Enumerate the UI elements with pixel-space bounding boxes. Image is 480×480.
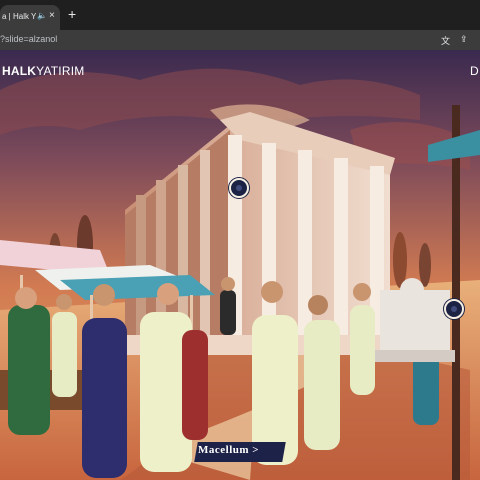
- location-label[interactable]: Macellum >: [198, 444, 259, 456]
- brand-strong: HALK: [2, 64, 37, 78]
- brand-logo[interactable]: HALKYATIRIM: [2, 64, 84, 78]
- scene-illustration: [0, 50, 480, 480]
- page-viewport: HALKYATIRIM D Macellum >: [0, 50, 480, 480]
- hotspot-icon[interactable]: [229, 178, 249, 198]
- translate-icon[interactable]: 文: [441, 34, 452, 46]
- statues: [375, 278, 455, 362]
- browser-tab-strip: a | Halk Ya 🔈 × +: [0, 0, 480, 30]
- cypress-tree: [419, 243, 431, 287]
- header-corner-text[interactable]: D: [470, 64, 479, 78]
- hotspot-icon[interactable]: [444, 299, 464, 319]
- close-icon[interactable]: ×: [49, 10, 55, 21]
- browser-tab[interactable]: a | Halk Ya 🔈 ×: [0, 5, 60, 30]
- address-bar[interactable]: ?slide=alzanol 文 ⇪: [0, 30, 480, 50]
- new-tab-icon[interactable]: +: [68, 6, 76, 22]
- tab-title: a | Halk Ya: [2, 12, 36, 21]
- brand-light: YATIRIM: [36, 64, 85, 78]
- audio-icon[interactable]: 🔈: [37, 11, 47, 20]
- cypress-tree: [393, 232, 407, 288]
- share-icon[interactable]: ⇪: [460, 34, 471, 45]
- url-text[interactable]: ?slide=alzanol: [0, 34, 57, 44]
